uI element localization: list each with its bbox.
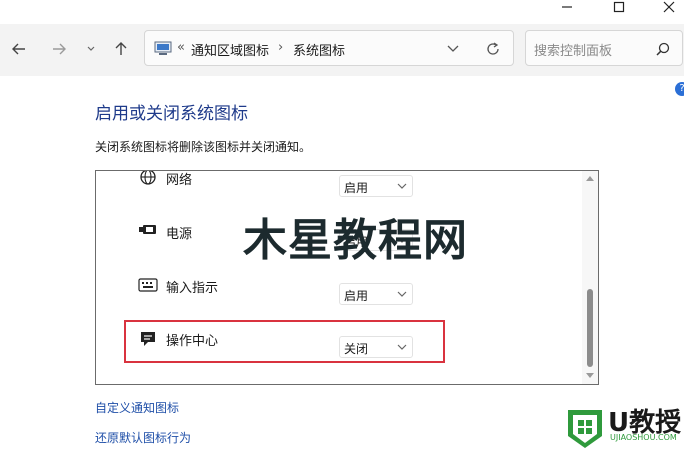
- highlight-box: [124, 320, 445, 363]
- arrow-right-icon: [53, 43, 66, 55]
- search-icon[interactable]: [656, 42, 670, 56]
- scroll-up-icon[interactable]: [586, 175, 594, 181]
- search-box[interactable]: 搜索控制面板: [525, 30, 683, 66]
- chevron-down-icon: [397, 183, 407, 189]
- control-panel-icon: [154, 41, 172, 55]
- page-description: 关闭系统图标将删除该图标并关闭通知。: [95, 140, 312, 154]
- recent-locations-button[interactable]: [80, 38, 102, 60]
- close-button[interactable]: [646, 0, 684, 14]
- maximize-button[interactable]: [596, 0, 642, 14]
- search-input[interactable]: 搜索控制面板: [534, 40, 612, 59]
- breadcrumb-separator[interactable]: ›: [278, 40, 283, 55]
- chevron-down-icon: [397, 291, 407, 297]
- input-indicator-state-select[interactable]: 启用: [339, 283, 413, 305]
- forward-button[interactable]: [48, 38, 70, 60]
- up-button[interactable]: [110, 38, 132, 60]
- minimize-button[interactable]: [544, 0, 590, 14]
- maximize-icon: [613, 1, 625, 13]
- chevron-down-icon[interactable]: [447, 44, 459, 54]
- keyboard-icon: [138, 276, 158, 294]
- arrow-left-icon: [12, 43, 25, 55]
- breadcrumb-overflow[interactable]: «: [177, 40, 185, 55]
- globe-icon: [138, 171, 158, 186]
- watermark: 木星教程网: [243, 215, 468, 266]
- minimize-icon: [562, 6, 572, 8]
- address-bar[interactable]: « 通知区域图标 › 系统图标: [144, 30, 514, 66]
- help-button[interactable]: ?: [675, 82, 684, 96]
- scrollbar-thumb[interactable]: [587, 289, 593, 367]
- breadcrumb-system-icons[interactable]: 系统图标: [293, 40, 345, 59]
- close-icon: [663, 1, 675, 13]
- scrollbar[interactable]: [582, 171, 598, 384]
- list-item: 输入指示 启用: [96, 271, 584, 311]
- breadcrumb-notification-icons[interactable]: 通知区域图标: [191, 40, 269, 59]
- restore-default-icon-behavior-link[interactable]: 还原默认图标行为: [95, 429, 191, 446]
- scroll-down-icon[interactable]: [586, 373, 594, 379]
- battery-icon: [138, 221, 158, 239]
- list-item: 网络 启用: [96, 171, 584, 201]
- ujiaoshou-logo-icon: [568, 410, 602, 448]
- row-label-input-indicator: 输入指示: [166, 281, 219, 296]
- customize-notification-icons-link[interactable]: 自定义通知图标: [95, 399, 179, 416]
- network-state-select[interactable]: 启用: [339, 175, 413, 197]
- refresh-icon[interactable]: [485, 41, 501, 57]
- chevron-down-icon: [87, 46, 95, 51]
- logo-subtext: UJIAOSHOU.COM: [610, 433, 677, 442]
- page-title: 启用或关闭系统图标: [95, 104, 248, 124]
- arrow-up-icon: [115, 42, 127, 55]
- back-button[interactable]: [8, 38, 30, 60]
- row-label-power: 电源: [166, 227, 193, 242]
- row-label-network: 网络: [166, 173, 193, 188]
